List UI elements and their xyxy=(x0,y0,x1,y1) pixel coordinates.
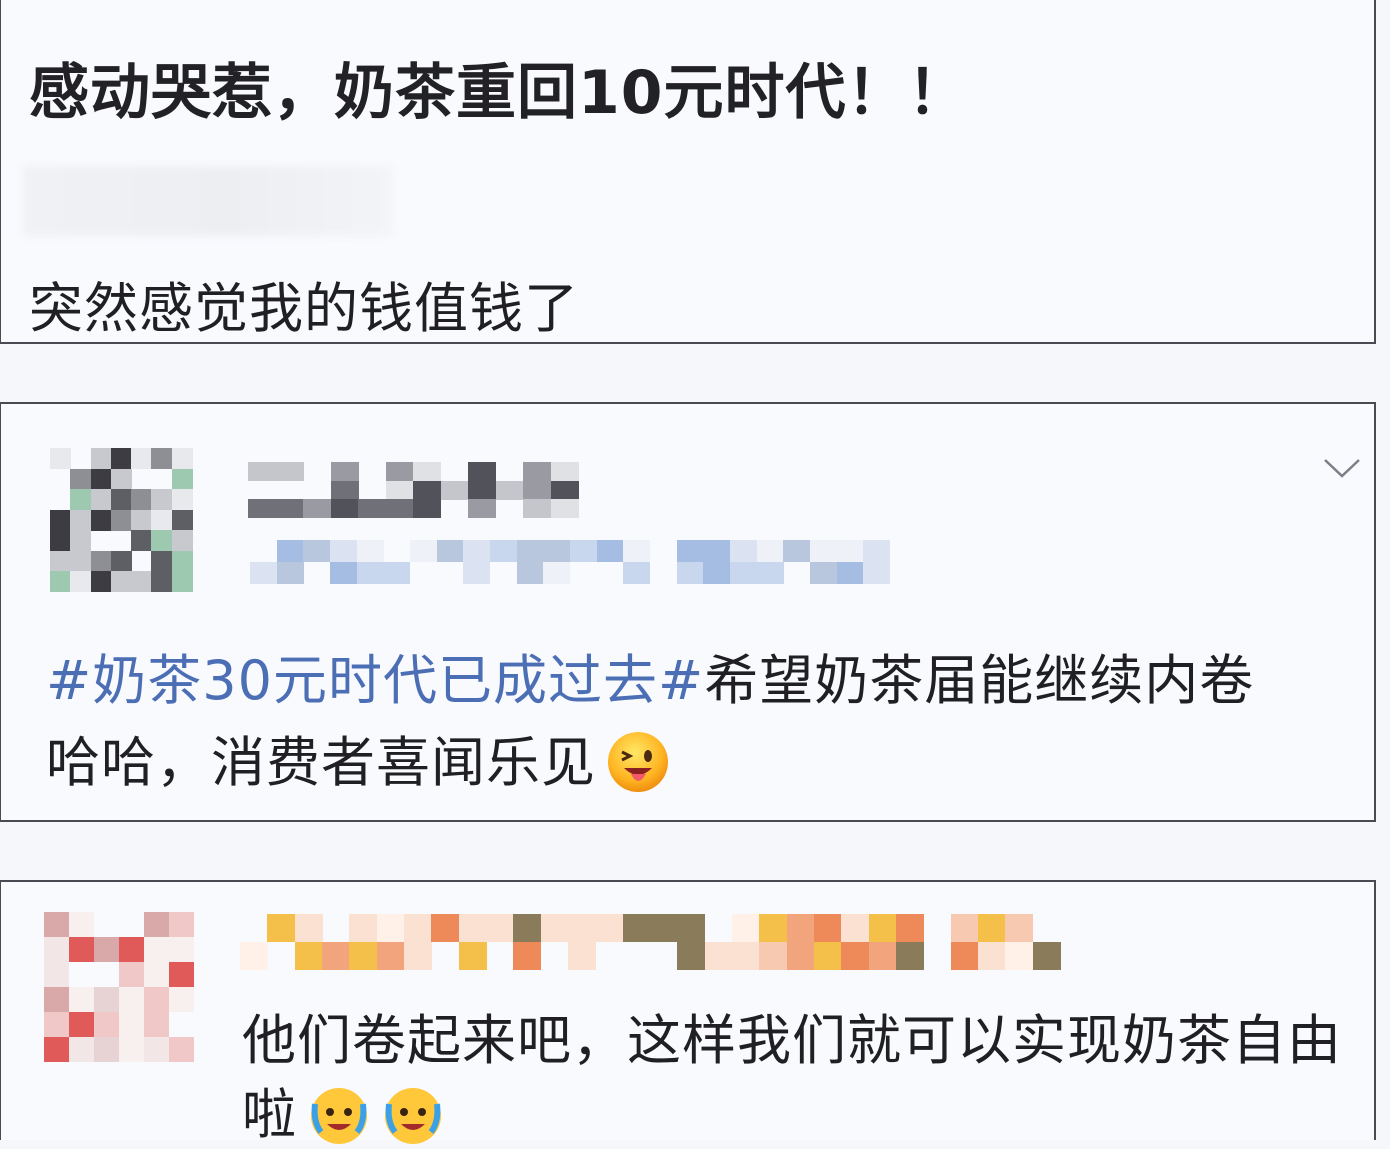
comment-text: 他们卷起来吧，这样我们就可以实现奶茶自由 xyxy=(242,1009,1342,1072)
comment-text: 啦 xyxy=(242,1083,297,1146)
pixelated-username[interactable] xyxy=(248,462,579,519)
blurred-username xyxy=(23,166,393,236)
post-card: 感动哭惹，奶茶重回10元时代！！ 突然感觉我的钱值钱了 xyxy=(0,0,1376,344)
comment-text: 希望奶茶届能继续内卷 xyxy=(704,649,1255,712)
avatar[interactable] xyxy=(50,448,193,593)
comment-text-line: 哈哈，消费者喜闻乐见 xyxy=(46,718,670,797)
comment-text-line: 啦 xyxy=(242,1070,445,1149)
post-body: 突然感觉我的钱值钱了 xyxy=(29,277,579,340)
pixelated-username[interactable] xyxy=(240,914,1061,970)
comment-text-line: #奶茶30元时代已成过去#希望奶茶届能继续内卷 xyxy=(46,636,1254,715)
crying-laughing-emoji xyxy=(311,1088,367,1145)
chevron-down-icon[interactable] xyxy=(1322,454,1362,484)
hashtag-link[interactable]: #奶茶30元时代已成过去# xyxy=(46,649,704,712)
tongue-out-wink-emoji xyxy=(608,732,668,793)
pixelated-timestamp xyxy=(250,540,891,584)
post-title: 感动哭惹，奶茶重回10元时代！！ xyxy=(29,58,969,128)
crying-laughing-emoji xyxy=(385,1088,441,1145)
comment-text: 哈哈，消费者喜闻乐见 xyxy=(46,731,596,794)
avatar[interactable] xyxy=(44,912,194,1062)
